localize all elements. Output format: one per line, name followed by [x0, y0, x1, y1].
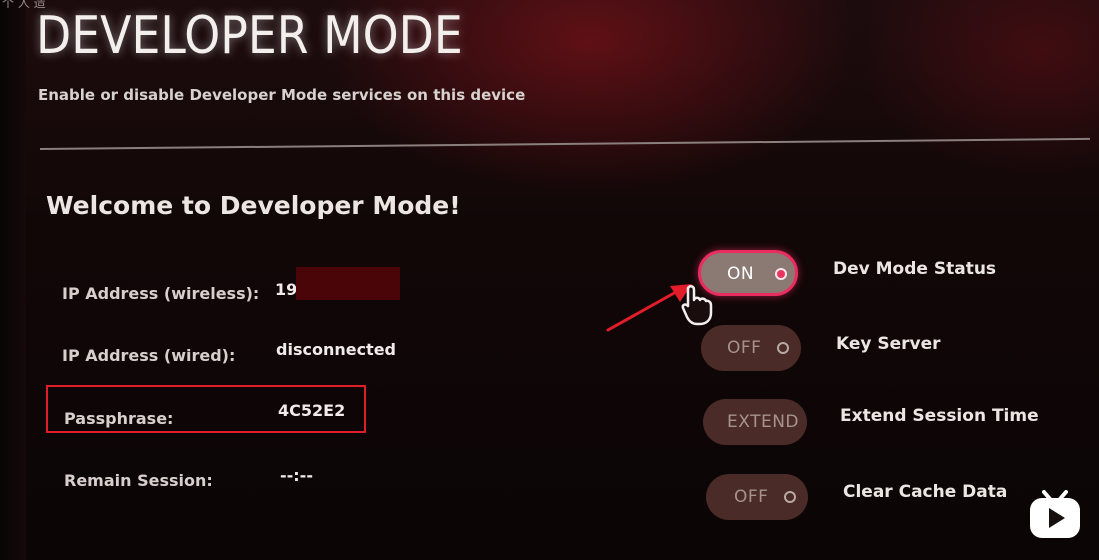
- key-server-toggle-text: OFF: [727, 338, 762, 358]
- passphrase-label: Passphrase:: [64, 409, 174, 428]
- wireless-ip-label: IP Address (wireless):: [62, 284, 260, 303]
- page-subtitle: Enable or disable Developer Mode service…: [38, 86, 526, 104]
- dev-mode-toggle-text: ON: [727, 264, 755, 284]
- page-title: DEVELOPER MODE: [36, 6, 463, 66]
- extend-session-label: Extend Session Time: [840, 406, 1039, 426]
- dev-mode-status-label: Dev Mode Status: [833, 259, 997, 279]
- key-server-label: Key Server: [836, 334, 941, 354]
- wired-ip-value: disconnected: [276, 340, 397, 359]
- wired-ip-label: IP Address (wired):: [62, 346, 236, 365]
- divider: [39, 137, 1090, 150]
- remain-session-value: --:--: [280, 466, 313, 485]
- tv-logo-icon: [1030, 490, 1080, 538]
- extend-button-text: EXTEND: [727, 412, 800, 432]
- toggle-indicator-icon: [775, 268, 787, 280]
- left-edge: [0, 0, 26, 560]
- wireless-ip-value: 19: [275, 280, 298, 299]
- redaction-block: [296, 267, 400, 300]
- hand-pointer-icon: [681, 285, 713, 326]
- clear-cache-toggle-text: OFF: [734, 487, 769, 507]
- welcome-heading: Welcome to Developer Mode!: [46, 191, 461, 220]
- clear-cache-toggle[interactable]: OFF: [706, 474, 808, 520]
- passphrase-value: 4C52E2: [278, 401, 346, 420]
- clear-cache-label: Clear Cache Data: [843, 482, 1008, 502]
- key-server-toggle[interactable]: OFF: [701, 325, 801, 371]
- remain-session-label: Remain Session:: [64, 471, 213, 490]
- toggle-indicator-icon: [784, 491, 796, 503]
- extend-session-button[interactable]: EXTEND: [703, 399, 807, 445]
- toggle-indicator-icon: [777, 342, 789, 354]
